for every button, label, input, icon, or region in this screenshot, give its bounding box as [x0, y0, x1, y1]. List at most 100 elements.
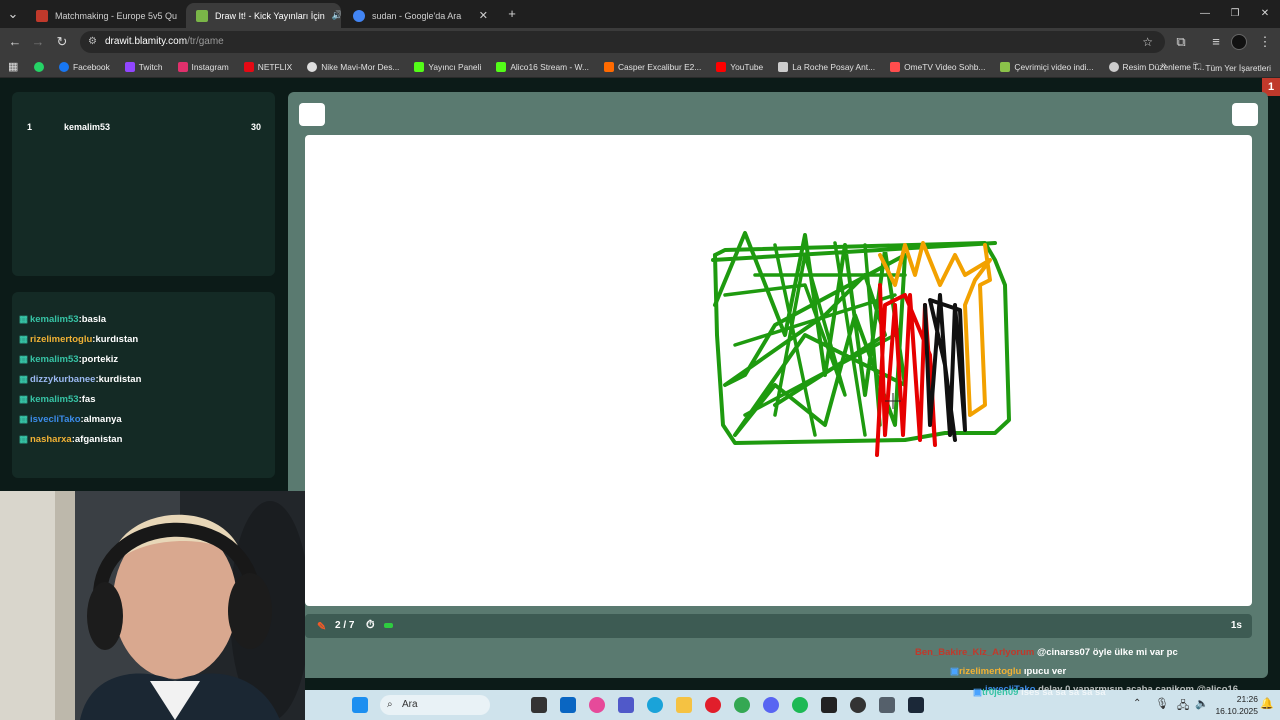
tab-close-icon[interactable]: ✕: [479, 9, 488, 22]
start-icon[interactable]: [352, 697, 368, 713]
spotify-icon[interactable]: [792, 697, 808, 713]
chrome-icon[interactable]: [734, 697, 750, 713]
badge-icon: ▦: [19, 314, 28, 325]
notification-bell-icon[interactable]: 🔔: [1260, 697, 1274, 710]
ometv-icon: [890, 61, 901, 72]
edge-icon[interactable]: [647, 697, 663, 713]
bookmark-yayinci-paneli[interactable]: Yayıncı Paneli: [414, 61, 481, 72]
drawing-svg: [711, 231, 1011, 457]
kick-icon: [414, 61, 425, 72]
bookmark-whatsapp[interactable]: [34, 61, 44, 72]
tab-favicon-icon: [36, 9, 48, 22]
download-icon: [1000, 61, 1011, 72]
taskview-icon[interactable]: [531, 697, 547, 713]
settings-icon[interactable]: [879, 697, 895, 713]
discord-icon[interactable]: [763, 697, 779, 713]
maximize-icon[interactable]: ❐: [1226, 5, 1244, 23]
clock-date: 16.10.2025: [1215, 706, 1258, 716]
bookmark-instagram[interactable]: Instagram: [177, 61, 229, 72]
game-status-bar: ✎ 2 / 7 ⏱ 1s: [305, 614, 1252, 638]
speaker-icon[interactable]: 🔊: [332, 10, 341, 21]
bookmark-star-icon[interactable]: ☆: [1142, 31, 1153, 53]
copilot-icon[interactable]: [589, 697, 605, 713]
windows-taskbar: ⌕ Ara ▣tr0jen09 ises sa sa sa sa sa ⌃ 🎙 …: [305, 687, 1280, 720]
bookmark-laroche[interactable]: La Roche Posay Ant...: [778, 61, 875, 72]
network-icon[interactable]: 🖧: [1177, 697, 1189, 716]
netflix-icon: [243, 61, 254, 72]
chat-username: dizzykurbanee: [29, 374, 96, 385]
window-close-icon[interactable]: ✕: [1256, 5, 1274, 23]
clock-time: 21:26: [1236, 694, 1258, 704]
bookmark-youtube[interactable]: YouTube: [716, 61, 763, 72]
badge-icon: ▦: [19, 434, 28, 445]
bookmark-twitch[interactable]: Twitch: [124, 61, 163, 72]
site-info-icon[interactable]: ⚙: [88, 31, 97, 53]
chat-text: :almanya: [80, 414, 122, 425]
badge-icon: ▦: [19, 334, 28, 345]
chat-text: :kurdıstan: [92, 334, 139, 345]
new-tab-icon[interactable]: +: [503, 5, 521, 23]
player-score: 30: [250, 122, 261, 132]
all-bookmarks-folder[interactable]: 🗀 Tüm Yer İşaretleri: [1193, 61, 1271, 75]
app-icon[interactable]: [821, 697, 837, 713]
address-toolbar: ← → ↻ ⚙ drawit.blamity.com/tr/game ☆ ⧉ ≡…: [0, 28, 1280, 56]
tray-chevron-icon[interactable]: ⌃: [1133, 698, 1141, 709]
chat-message: ▦ kemalim53:portekiz: [19, 354, 118, 365]
tab-draw-it[interactable]: Draw It! - Kick Yayınları İçin 🔊 ✕: [186, 3, 341, 28]
tab-matchmaking[interactable]: Matchmaking - Europe 5v5 Qu ✕: [26, 3, 181, 28]
bookmark-ometv[interactable]: OmeTV Video Sohb...: [890, 61, 985, 72]
webcam-image: [0, 491, 305, 720]
globe-icon: [1108, 61, 1119, 72]
badge-icon: ▦: [19, 374, 28, 385]
cross-icon: [778, 61, 789, 72]
microphone-icon[interactable]: 🎙: [1155, 697, 1169, 710]
opera-icon[interactable]: [705, 697, 721, 713]
tab-google-search[interactable]: sudan - Google'da Ara ✕: [343, 3, 498, 28]
media-control-icon[interactable]: ≡: [1207, 33, 1225, 51]
bookmark-casper[interactable]: Casper Excalibur E2...: [603, 61, 701, 72]
player-name: kemalim53: [64, 122, 111, 132]
menu-icon[interactable]: ⋮: [1256, 33, 1274, 51]
extensions-icon[interactable]: ⧉: [1172, 33, 1190, 51]
bookmark-alico16[interactable]: Alico16 Stream - W...: [496, 61, 589, 72]
badge-icon: ▣: [973, 687, 982, 698]
url-bar[interactable]: ⚙ drawit.blamity.com/tr/game ☆: [80, 31, 1165, 53]
chat-message: ▦ dizzykurbanee:kurdistan: [19, 374, 141, 385]
file-explorer-icon[interactable]: [676, 697, 692, 713]
outlook-icon[interactable]: [560, 697, 576, 713]
player-rank: 1: [27, 122, 33, 132]
timer-icon: ⏱: [366, 619, 375, 631]
volume-icon[interactable]: 🔈: [1195, 697, 1209, 710]
apps-grid-icon[interactable]: ▦: [8, 60, 18, 73]
profile-avatar[interactable]: [1231, 34, 1247, 50]
round-counter: 2 / 7: [335, 620, 355, 631]
clock[interactable]: 21:26 16.10.2025: [1210, 693, 1258, 717]
stage-left-button[interactable]: [299, 103, 325, 126]
bookmark-facebook[interactable]: Facebook: [59, 61, 110, 72]
bookmark-nike[interactable]: Nike Mavi-Mor Des...: [307, 61, 399, 72]
chat-username: kemalim53: [29, 394, 79, 405]
bookmark-netflix[interactable]: NETFLIX: [243, 61, 292, 72]
bookmark-video-download[interactable]: Çevrimiçi video indi...: [1000, 61, 1094, 72]
tab-search-icon[interactable]: ⌄: [4, 5, 22, 23]
hepsiburada-icon: [603, 61, 614, 72]
bookmark-resim[interactable]: Resim Düzenleme T...: [1108, 61, 1204, 72]
youtube-icon: [716, 61, 727, 72]
stage-right-button[interactable]: [1232, 103, 1258, 126]
minimize-icon[interactable]: —: [1196, 5, 1214, 23]
steam-icon[interactable]: [908, 697, 924, 713]
chat-message: ▦ rizelimertoglu:kurdıstan: [19, 334, 138, 345]
scoreboard-row: 1 kemalim53 30: [12, 122, 275, 138]
globe-icon: [307, 61, 318, 72]
reload-icon[interactable]: ↻: [53, 33, 71, 51]
obs-icon[interactable]: [850, 697, 866, 713]
taskbar-search[interactable]: ⌕ Ara: [380, 695, 490, 715]
back-icon[interactable]: ←: [6, 33, 24, 51]
instagram-icon: [177, 61, 188, 72]
chat-text: :portekiz: [78, 354, 119, 365]
webcam-feed: [0, 491, 305, 720]
drawing-canvas[interactable]: [305, 135, 1252, 606]
teams-icon[interactable]: [618, 697, 634, 713]
forward-icon[interactable]: →: [29, 33, 47, 51]
more-bookmarks-icon[interactable]: »: [1161, 60, 1167, 71]
